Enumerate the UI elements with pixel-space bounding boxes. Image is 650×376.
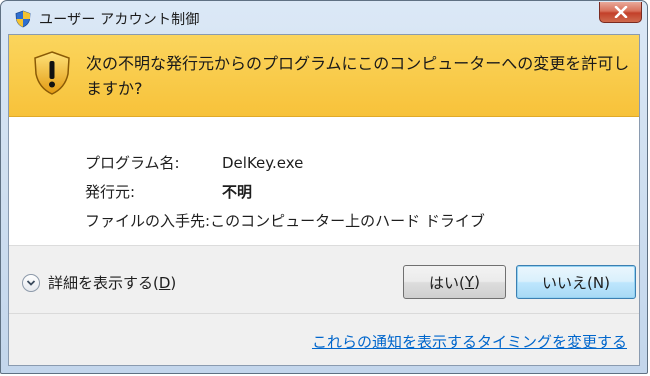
program-name-row: プログラム名: DelKey.exe	[85, 148, 485, 177]
publisher-value: 不明	[222, 183, 253, 201]
publisher-label: 発行元:	[85, 183, 136, 201]
uac-shield-icon	[15, 10, 31, 28]
publisher-row: 発行元: 不明	[85, 177, 485, 206]
warning-banner: 次の不明な発行元からのプログラムにこのコンピューターへの変更を許可しますか?	[9, 35, 639, 117]
show-details-label: 詳細を表示する(D)	[48, 274, 177, 292]
close-button[interactable]	[599, 2, 642, 23]
uac-dialog-window: ユーザー アカウント制御 次の不明な発行元からのプログラムにこのコンピューターへ…	[0, 0, 648, 374]
close-icon	[614, 6, 627, 18]
notification-settings-link[interactable]: これらの通知を表示するタイミングを変更する	[312, 331, 627, 352]
dialog-footer: 詳細を表示する(D) はい(Y) いいえ(N) これらの通知を表示するタイミング…	[9, 245, 639, 365]
expander-circle	[22, 273, 40, 292]
yes-button[interactable]: はい(Y)	[403, 265, 506, 299]
origin-value: このコンピューター上のハード ドライブ	[210, 212, 485, 230]
no-button[interactable]: いいえ(N)	[516, 265, 636, 299]
show-details-toggle[interactable]: 詳細を表示する(D)	[22, 272, 176, 293]
warning-shield-icon	[34, 51, 70, 95]
title-bar[interactable]: ユーザー アカウント制御	[1, 1, 647, 34]
dialog-content: 次の不明な発行元からのプログラムにこのコンピューターへの変更を許可しますか? プ…	[8, 34, 640, 366]
banner-message: 次の不明な発行元からのプログラムにこのコンピューターへの変更を許可しますか?	[86, 54, 630, 98]
program-details: プログラム名: DelKey.exe 発行元: 不明 ファイルの入手先: このコ…	[85, 148, 485, 235]
program-name-label: プログラム名:	[85, 154, 180, 172]
program-name-value: DelKey.exe	[222, 153, 304, 172]
chevron-down-icon	[26, 279, 36, 286]
origin-label: ファイルの入手先:	[85, 212, 211, 230]
footer-divider	[9, 313, 639, 314]
origin-row: ファイルの入手先: このコンピューター上のハード ドライブ	[85, 206, 485, 235]
window-title: ユーザー アカウント制御	[39, 12, 200, 28]
